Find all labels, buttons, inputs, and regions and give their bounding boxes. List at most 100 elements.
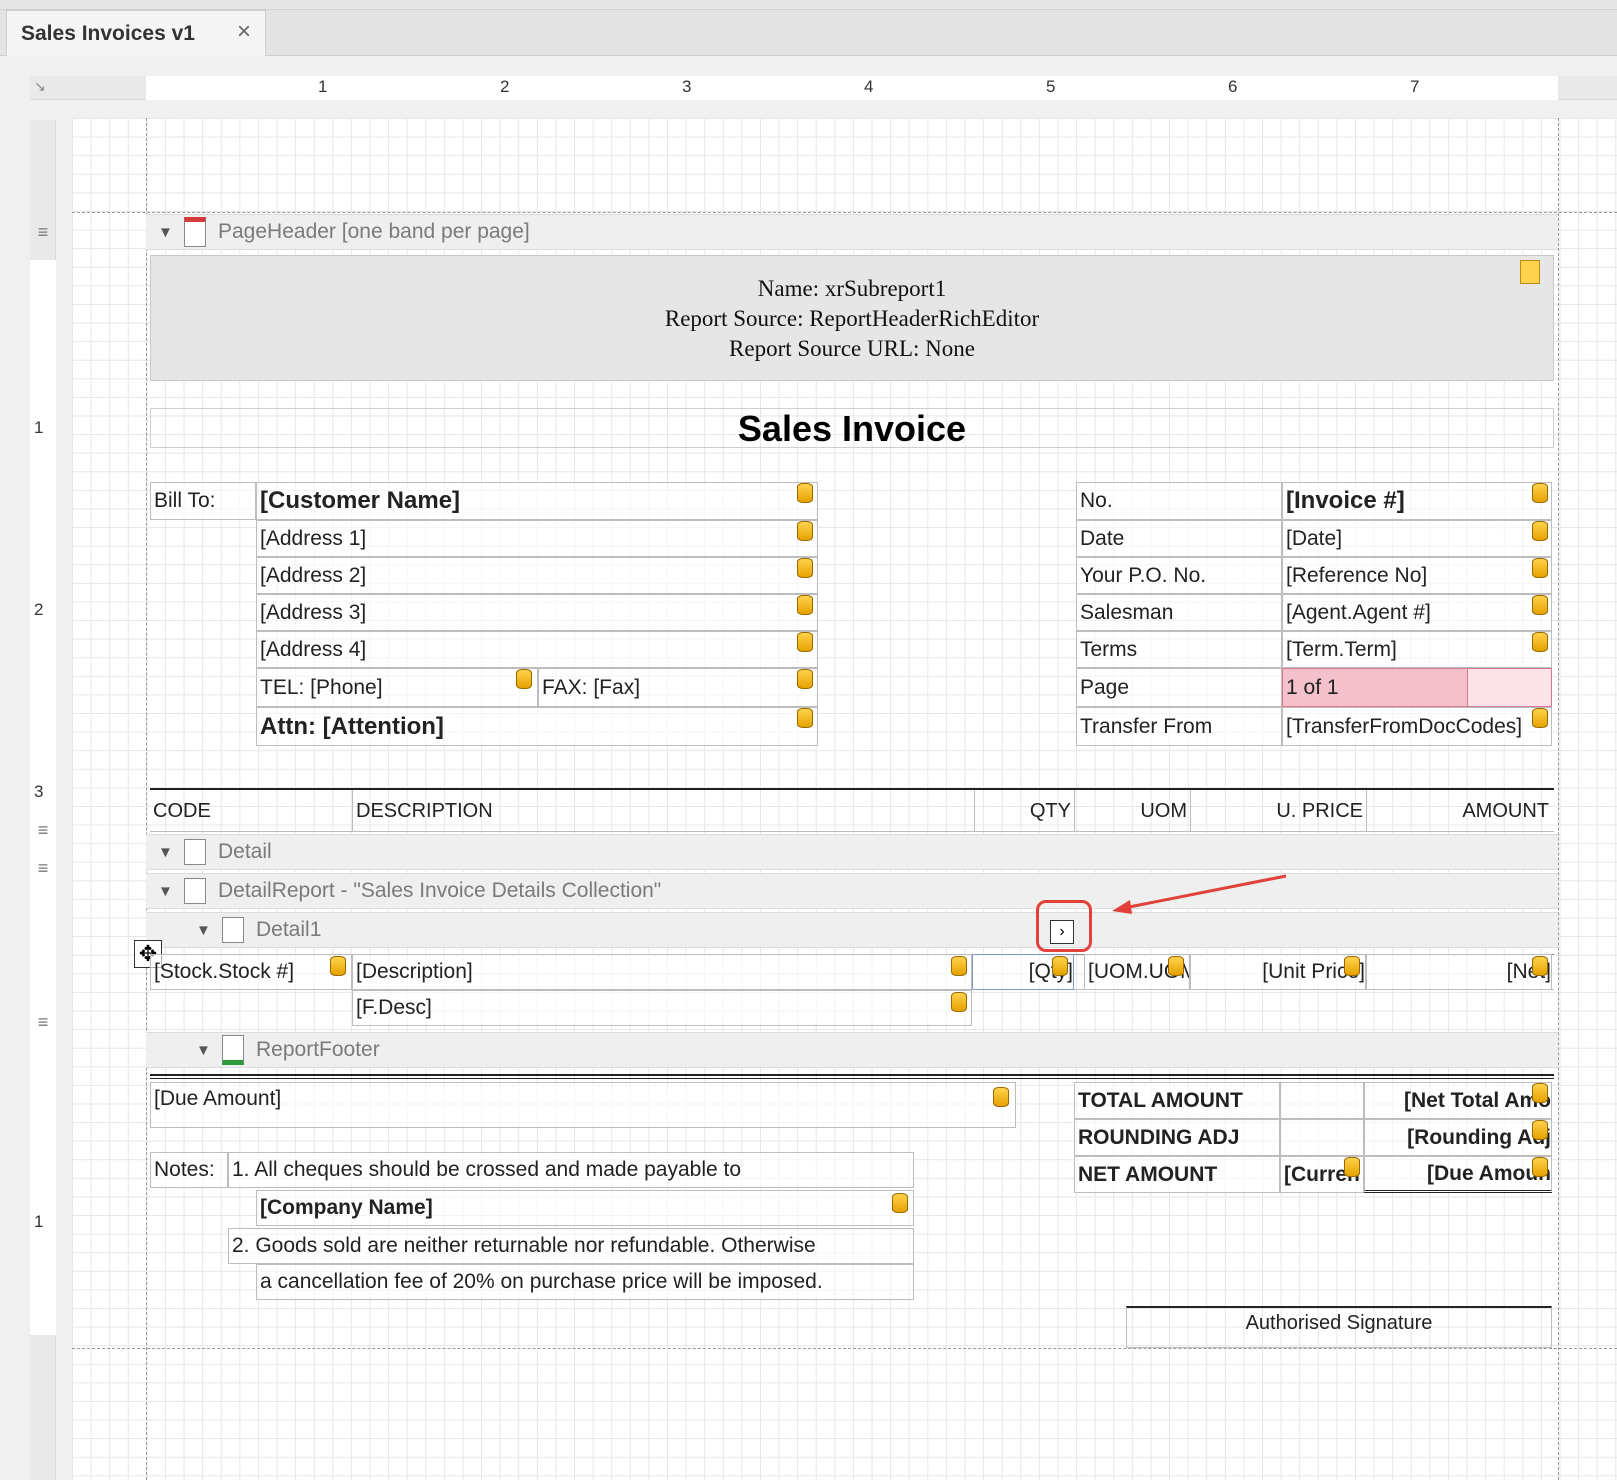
date-field[interactable]: [Date] bbox=[1282, 520, 1552, 557]
collapse-icon[interactable]: ▼ bbox=[158, 883, 173, 900]
transfer-from-field[interactable]: [TransferFromDocCodes] bbox=[1282, 707, 1552, 746]
smart-tag-icon[interactable]: › bbox=[1050, 920, 1074, 944]
database-icon[interactable] bbox=[1532, 595, 1548, 615]
bill-to-label[interactable]: Bill To: bbox=[150, 482, 256, 520]
database-icon[interactable] bbox=[797, 521, 813, 541]
invoice-no-label[interactable]: No. bbox=[1076, 482, 1282, 520]
phone-field[interactable]: TEL: [Phone] bbox=[256, 668, 538, 707]
subreport-source: Report Source: ReportHeaderRichEditor bbox=[664, 306, 1040, 331]
total-amount-label[interactable]: TOTAL AMOUNT bbox=[1074, 1082, 1280, 1119]
address4-field[interactable]: [Address 4] bbox=[256, 631, 818, 668]
col-code[interactable]: CODE bbox=[150, 790, 350, 832]
database-icon[interactable] bbox=[993, 1087, 1009, 1107]
unit-price-field[interactable]: [Unit Price] bbox=[1190, 954, 1366, 990]
database-icon[interactable] bbox=[1532, 521, 1548, 541]
col-unit-price[interactable]: U. PRICE bbox=[1190, 790, 1366, 832]
stock-field[interactable]: [Stock.Stock #] bbox=[150, 954, 352, 990]
band-grip-icon[interactable]: ≡ bbox=[30, 222, 56, 242]
database-icon[interactable] bbox=[951, 956, 967, 976]
page-label[interactable]: Page bbox=[1076, 668, 1282, 707]
net-total-field[interactable]: [Net Total Amo bbox=[1364, 1082, 1552, 1119]
database-icon[interactable] bbox=[1532, 1120, 1548, 1140]
band-grip-icon[interactable]: ≡ bbox=[30, 858, 56, 878]
company-name-field[interactable]: [Company Name] bbox=[256, 1190, 914, 1226]
address1-field[interactable]: [Address 1] bbox=[256, 520, 818, 557]
database-icon[interactable] bbox=[330, 956, 346, 976]
band-detail1[interactable]: ▼ Detail1 bbox=[146, 912, 1558, 948]
col-description[interactable]: DESCRIPTION bbox=[352, 790, 972, 832]
f-desc-field[interactable]: [F.Desc] bbox=[352, 990, 972, 1026]
rounding-adj-label[interactable]: ROUNDING ADJ bbox=[1074, 1119, 1280, 1156]
reference-no-field[interactable]: [Reference No] bbox=[1282, 557, 1552, 594]
database-icon[interactable] bbox=[1532, 708, 1548, 728]
database-icon[interactable] bbox=[1168, 956, 1184, 976]
invoice-no-field[interactable]: [Invoice #] bbox=[1282, 482, 1552, 520]
col-amount[interactable]: AMOUNT bbox=[1366, 790, 1552, 832]
band-detail-report[interactable]: ▼ DetailReport - "Sales Invoice Details … bbox=[146, 873, 1558, 909]
band-detail[interactable]: ▼ Detail bbox=[146, 834, 1558, 870]
customer-name-field[interactable]: [Customer Name] bbox=[256, 482, 818, 520]
date-label[interactable]: Date bbox=[1076, 520, 1282, 557]
band-report-footer[interactable]: ▼ ReportFooter bbox=[146, 1032, 1558, 1068]
database-icon[interactable] bbox=[1532, 1083, 1548, 1103]
net-amount-label[interactable]: NET AMOUNT bbox=[1074, 1156, 1280, 1193]
collapse-icon[interactable]: ▼ bbox=[158, 844, 173, 861]
notes-label[interactable]: Notes: bbox=[150, 1152, 228, 1188]
band-page-header[interactable]: ▼ PageHeader [one band per page] bbox=[146, 214, 1558, 250]
database-icon[interactable] bbox=[892, 1193, 908, 1213]
database-icon[interactable] bbox=[1052, 956, 1068, 976]
collapse-icon[interactable]: ▼ bbox=[158, 224, 173, 241]
band-grip-icon[interactable]: ≡ bbox=[30, 820, 56, 840]
terms-label[interactable]: Terms bbox=[1076, 631, 1282, 668]
note2-text[interactable]: 2. Goods sold are neither returnable nor… bbox=[228, 1228, 914, 1264]
authorised-signature[interactable]: Authorised Signature bbox=[1126, 1306, 1552, 1348]
term-field[interactable]: [Term.Term] bbox=[1282, 631, 1552, 668]
database-icon[interactable] bbox=[1532, 1157, 1548, 1177]
database-icon[interactable] bbox=[797, 595, 813, 615]
database-icon[interactable] bbox=[1344, 956, 1360, 976]
total-blank-cell[interactable] bbox=[1280, 1082, 1364, 1119]
collapse-icon[interactable]: ▼ bbox=[196, 1042, 211, 1059]
subreport-source-url: Report Source URL: None bbox=[729, 336, 975, 361]
database-icon[interactable] bbox=[516, 669, 532, 689]
close-icon[interactable]: × bbox=[232, 20, 256, 44]
attention-field[interactable]: Attn: [Attention] bbox=[256, 707, 818, 746]
due-amount-text[interactable]: [Due Amount] bbox=[150, 1082, 1016, 1128]
note1-text[interactable]: 1. All cheques should be crossed and mad… bbox=[228, 1152, 914, 1188]
net-amount-field[interactable]: [Due Amoun bbox=[1364, 1156, 1552, 1193]
po-no-label[interactable]: Your P.O. No. bbox=[1076, 557, 1282, 594]
rounding-adj-field[interactable]: [Rounding Adj bbox=[1364, 1119, 1552, 1156]
database-icon[interactable] bbox=[797, 669, 813, 689]
ruler-mark: 3 bbox=[34, 782, 44, 801]
col-qty[interactable]: QTY bbox=[974, 790, 1074, 832]
salesman-label[interactable]: Salesman bbox=[1076, 594, 1282, 631]
rounding-blank-cell[interactable] bbox=[1280, 1119, 1364, 1156]
description-field[interactable]: [Description] bbox=[352, 954, 972, 990]
agent-field[interactable]: [Agent.Agent #] bbox=[1282, 594, 1552, 631]
tab-sales-invoices[interactable]: Sales Invoices v1 bbox=[6, 10, 266, 56]
database-icon[interactable] bbox=[1532, 483, 1548, 503]
database-icon[interactable] bbox=[797, 558, 813, 578]
clipboard-icon[interactable] bbox=[1520, 260, 1540, 284]
report-title[interactable]: Sales Invoice bbox=[150, 408, 1554, 449]
transfer-from-label[interactable]: Transfer From bbox=[1076, 707, 1282, 746]
collapse-icon[interactable]: ▼ bbox=[196, 922, 211, 939]
database-icon[interactable] bbox=[797, 632, 813, 652]
address2-field[interactable]: [Address 2] bbox=[256, 557, 818, 594]
database-icon[interactable] bbox=[797, 708, 813, 728]
subreport-placeholder[interactable]: Name: xrSubreport1 Report Source: Report… bbox=[150, 255, 1554, 381]
net-field[interactable]: [Net] bbox=[1366, 954, 1552, 990]
note2-continued-text[interactable]: a cancellation fee of 20% on purchase pr… bbox=[256, 1264, 914, 1300]
database-icon[interactable] bbox=[951, 992, 967, 1012]
database-icon[interactable] bbox=[1532, 956, 1548, 976]
database-icon[interactable] bbox=[797, 483, 813, 503]
page-info-field[interactable]: 1 of 1 bbox=[1282, 668, 1468, 707]
fax-field[interactable]: FAX: [Fax] bbox=[538, 668, 818, 707]
database-icon[interactable] bbox=[1532, 632, 1548, 652]
database-icon[interactable] bbox=[1344, 1157, 1360, 1177]
band-grip-icon[interactable]: ≡ bbox=[30, 1012, 56, 1032]
database-icon[interactable] bbox=[1532, 558, 1548, 578]
ruler-mark: 1 bbox=[34, 418, 44, 437]
col-uom[interactable]: UOM bbox=[1074, 790, 1190, 832]
address3-field[interactable]: [Address 3] bbox=[256, 594, 818, 631]
